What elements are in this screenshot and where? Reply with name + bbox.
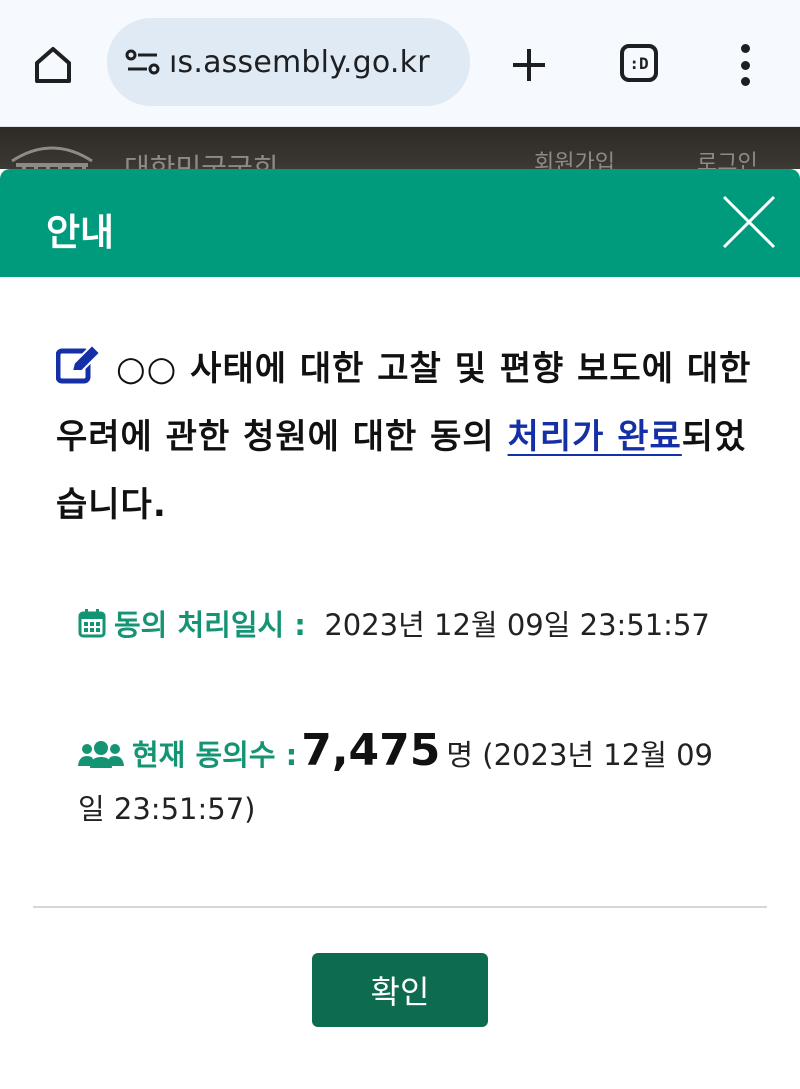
close-icon[interactable]: [720, 193, 778, 251]
consent-count-row: 현재 동의수 :7,475 명 (2023년 12월 09일 23:51:57): [78, 724, 718, 836]
date-value: 2023년 12월 09일 23:51:57: [324, 608, 710, 642]
count-value: 7,475: [301, 725, 441, 776]
address-bar[interactable]: ıs.assembly.go.kr: [107, 18, 470, 106]
url-text: ıs.assembly.go.kr: [169, 44, 430, 80]
more-menu-icon[interactable]: [730, 40, 760, 90]
date-label: 동의 처리일시 :: [114, 608, 306, 642]
count-label: 현재 동의수 :: [132, 738, 298, 772]
plus-icon[interactable]: [504, 40, 554, 90]
notice-modal: 안내 ○○ 사태에 대한 고찰 및 편향 보도에 대한 우려에 관한 청원에 대…: [0, 169, 800, 1089]
browser-toolbar: ıs.assembly.go.kr :D: [0, 0, 800, 127]
divider: [33, 906, 767, 908]
calendar-icon: [78, 609, 106, 638]
tabs-icon[interactable]: :D: [620, 44, 658, 82]
users-icon: [78, 741, 124, 768]
consent-date-row: 동의 처리일시 : 2023년 12월 09일 23:51:57: [78, 598, 718, 652]
completion-message: ○○ 사태에 대한 고찰 및 편향 보도에 대한 우려에 관한 청원에 대한 동…: [56, 335, 756, 539]
count-unit: 명: [446, 738, 474, 772]
edit-icon: [56, 345, 102, 384]
modal-header: 안내: [0, 169, 800, 277]
modal-title: 안내: [46, 211, 115, 254]
confirm-button[interactable]: 확인: [312, 953, 488, 1027]
completion-link[interactable]: 처리가 완료: [508, 417, 682, 457]
tabs-label: :D: [629, 53, 649, 73]
home-icon[interactable]: [26, 38, 80, 92]
site-info-icon[interactable]: [125, 47, 161, 77]
